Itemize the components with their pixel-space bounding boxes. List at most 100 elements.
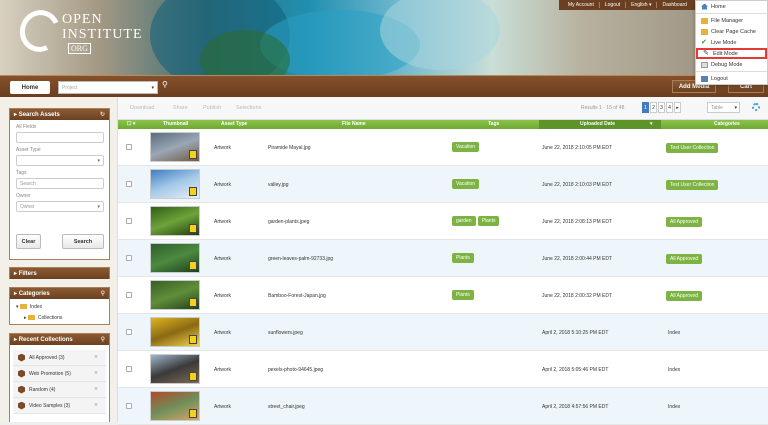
- language-selector[interactable]: English ▾: [626, 2, 658, 8]
- remove-icon[interactable]: ×: [94, 354, 98, 361]
- tag-badge[interactable]: Vacation: [452, 142, 480, 152]
- table-row[interactable]: Artwork pexels-photo-94645.jpeg April 2, 2…: [118, 351, 768, 388]
- settings-icon[interactable]: [752, 103, 760, 111]
- asset-thumbnail[interactable]: [150, 317, 200, 347]
- asset-thumbnail[interactable]: [150, 243, 200, 273]
- col-asset-type[interactable]: Asset Type: [221, 121, 247, 127]
- category-badge[interactable]: All Approved: [666, 291, 703, 301]
- table-row[interactable]: Artwork Piramide Mayal.jpg Vacation June 22…: [118, 129, 768, 166]
- owner-select[interactable]: Owner ▾: [16, 201, 104, 212]
- table-row[interactable]: Artwork street_chair.jpeg April 2, 2018 4:…: [118, 388, 768, 425]
- file-name-cell[interactable]: green-leaves-palm-92733.jpg: [268, 256, 333, 262]
- page-3[interactable]: 3: [658, 102, 665, 113]
- selections-action[interactable]: Selections: [236, 105, 261, 111]
- remove-icon[interactable]: ×: [94, 370, 98, 377]
- category-badge[interactable]: Test User Collection: [666, 143, 719, 153]
- project-select[interactable]: Project ▾: [58, 81, 158, 94]
- home-button[interactable]: Home: [10, 81, 50, 94]
- remove-icon[interactable]: ×: [94, 386, 98, 393]
- tags-search-input[interactable]: Search: [16, 178, 104, 189]
- remove-icon[interactable]: ×: [94, 402, 98, 409]
- collection-item[interactable]: Random (4) ×: [13, 382, 106, 398]
- row-checkbox[interactable]: [126, 403, 132, 409]
- next-page-button[interactable]: ▸: [674, 102, 681, 113]
- menu-item-file-manager[interactable]: File Manager: [696, 15, 767, 26]
- asset-thumbnail[interactable]: [150, 169, 200, 199]
- tree-item-index[interactable]: ▾ Index: [16, 302, 109, 313]
- table-row[interactable]: Artwork Bamboo-Forest-Japan.jpg Plants June…: [118, 277, 768, 314]
- search-icon[interactable]: ⚲: [101, 290, 105, 297]
- col-categories[interactable]: Categories: [714, 121, 740, 127]
- row-checkbox[interactable]: [126, 218, 132, 224]
- reset-icon[interactable]: ↻: [100, 111, 105, 118]
- tag-badge[interactable]: Vacation: [452, 179, 480, 189]
- logout-link[interactable]: Logout: [600, 2, 627, 8]
- clear-button[interactable]: Clear: [16, 234, 41, 249]
- tree-item-collections[interactable]: ▸ Collections: [16, 313, 109, 324]
- page-2[interactable]: 2: [650, 102, 657, 113]
- search-icon[interactable]: ⚲: [162, 80, 168, 89]
- row-checkbox[interactable]: [126, 292, 132, 298]
- asset-thumbnail[interactable]: [150, 132, 200, 162]
- file-name-cell[interactable]: sunflowers.jpeg: [268, 330, 303, 336]
- asset-thumbnail[interactable]: [150, 280, 200, 310]
- search-assets-header[interactable]: ▸ Search Assets ↻: [10, 109, 109, 120]
- row-checkbox[interactable]: [126, 255, 132, 261]
- asset-type-select[interactable]: ▾: [16, 155, 104, 166]
- table-row[interactable]: Artwork valley.jpg Vacation June 22, 2018 2…: [118, 166, 768, 203]
- category-badge[interactable]: Test User Collection: [666, 180, 719, 190]
- file-name-cell[interactable]: Piramide Mayal.jpg: [268, 145, 311, 151]
- table-row[interactable]: Artwork sunflowers.jpeg April 2, 2018 5:10…: [118, 314, 768, 351]
- asset-thumbnail[interactable]: [150, 206, 200, 236]
- table-row[interactable]: Artwork green-leaves-palm-92733.jpg Plants…: [118, 240, 768, 277]
- category-badge[interactable]: All Approved: [666, 217, 703, 227]
- collection-item[interactable]: All Approved (3) ×: [13, 350, 106, 366]
- col-thumbnail[interactable]: Thumbnail: [163, 121, 188, 127]
- recent-collections-header[interactable]: ▸ Recent Collections ⚲: [10, 334, 109, 345]
- menu-item-home[interactable]: Home: [696, 1, 767, 12]
- menu-item-clear-page-cache[interactable]: Clear Page Cache: [696, 26, 767, 37]
- table-row[interactable]: Artwork garden-plants.jpeg garden Plants Jun…: [118, 203, 768, 240]
- menu-item-edit-mode[interactable]: ✎ Edit Mode: [696, 48, 767, 59]
- site-logo[interactable]: OPEN INSTITUTE ORG: [14, 4, 160, 63]
- menu-item-debug-mode[interactable]: Debug Mode: [696, 59, 767, 70]
- col-uploaded-date[interactable]: Uploaded Date: [580, 121, 615, 127]
- categories-header[interactable]: ▸ Categories ⚲: [10, 288, 109, 299]
- share-action[interactable]: Share: [173, 105, 188, 111]
- tag-badge[interactable]: Plants: [477, 216, 500, 226]
- publish-action[interactable]: Publish: [203, 105, 221, 111]
- filters-header[interactable]: ▸ Filters: [10, 268, 109, 279]
- my-account-link[interactable]: My Account: [563, 2, 600, 8]
- tag-badge[interactable]: Plants: [452, 290, 474, 300]
- search-icon[interactable]: ⚲: [101, 336, 105, 343]
- collection-item[interactable]: Web Promotion (5) ×: [13, 366, 106, 382]
- col-tags[interactable]: Tags: [488, 121, 499, 127]
- col-file-name[interactable]: File Name: [342, 121, 366, 127]
- page-1[interactable]: 1: [642, 102, 649, 113]
- search-button[interactable]: Search: [62, 234, 104, 249]
- row-checkbox[interactable]: [126, 181, 132, 187]
- all-fields-input[interactable]: [16, 132, 104, 143]
- row-checkbox[interactable]: [126, 366, 132, 372]
- download-action[interactable]: Download: [130, 105, 154, 111]
- file-name-cell[interactable]: valley.jpg: [268, 182, 288, 188]
- page-4[interactable]: 4: [666, 102, 673, 113]
- file-name-cell[interactable]: street_chair.jpeg: [268, 404, 305, 410]
- dashboard-link[interactable]: Dashboard: [657, 2, 691, 8]
- tag-badge[interactable]: garden: [452, 216, 476, 226]
- row-checkbox[interactable]: [126, 144, 132, 150]
- select-all-checkbox[interactable]: ☐ ▾: [127, 121, 135, 127]
- tag-badge[interactable]: Plants: [452, 253, 474, 263]
- view-select[interactable]: Table ▾: [707, 102, 740, 113]
- menu-item-logout[interactable]: Logout: [696, 73, 767, 84]
- file-name-cell[interactable]: garden-plants.jpeg: [268, 219, 309, 225]
- file-name-cell[interactable]: pexels-photo-94645.jpeg: [268, 367, 323, 373]
- file-name-cell[interactable]: Bamboo-Forest-Japan.jpg: [268, 293, 326, 299]
- menu-item-live-mode[interactable]: ✔ Live Mode: [696, 37, 767, 48]
- row-checkbox[interactable]: [126, 329, 132, 335]
- collection-item[interactable]: Video Samples (3) ×: [13, 398, 106, 414]
- category-badge[interactable]: All Approved: [666, 254, 703, 264]
- asset-thumbnail[interactable]: [150, 391, 200, 421]
- asset-thumbnail[interactable]: [150, 354, 200, 384]
- sort-desc-icon[interactable]: ▾: [650, 121, 653, 127]
